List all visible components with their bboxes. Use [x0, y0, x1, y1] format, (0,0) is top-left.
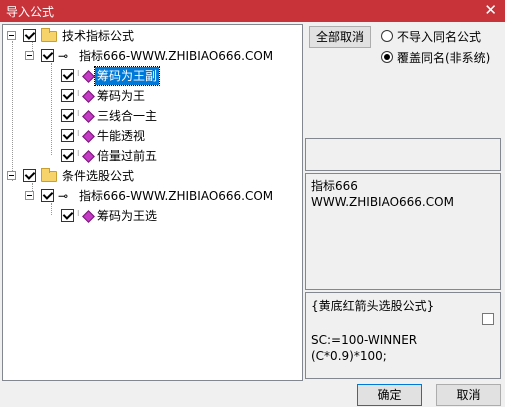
group-checkbox[interactable]: [23, 169, 36, 182]
formula-icon: [82, 150, 95, 163]
collapse-icon[interactable]: [7, 31, 16, 40]
item-checkbox[interactable]: [61, 69, 74, 82]
window-title: 导入公式: [6, 5, 55, 19]
key-icon: ⊸: [58, 49, 69, 63]
radio-overwrite[interactable]: [381, 51, 393, 63]
folder-icon: [41, 168, 57, 182]
formula-icon: [82, 90, 95, 103]
item-checkbox[interactable]: [61, 89, 74, 102]
item-label: 牛能透视: [97, 129, 146, 143]
formula-code: SC:=100-WINNER (C*0.9)*100;: [311, 333, 418, 363]
key-icon: ⊸: [58, 189, 69, 203]
formula-icon: [82, 110, 95, 123]
ok-button[interactable]: 确定: [357, 384, 422, 406]
dots-icon: ⁝: [77, 129, 79, 138]
dots-icon: ⁝: [77, 149, 79, 158]
formula-panel[interactable]: {黄底红箭头选股公式} SC:=100-WINNER (C*0.9)*100;: [305, 292, 501, 379]
group-label: 条件选股公式: [62, 169, 135, 183]
formula-icon: [82, 210, 95, 223]
group-checkbox[interactable]: [23, 29, 36, 42]
tree-line: [51, 63, 52, 155]
title-bar: 导入公式 ✕: [0, 0, 505, 22]
item-checkbox[interactable]: [61, 209, 74, 222]
folder-icon: [41, 28, 57, 42]
tree-line: [51, 203, 52, 215]
dots-icon: ⁝: [77, 89, 79, 98]
formula-checkbox[interactable]: [482, 313, 494, 325]
subgroup-checkbox[interactable]: [41, 189, 54, 202]
collapse-icon[interactable]: [25, 51, 34, 60]
item-checkbox[interactable]: [61, 129, 74, 142]
dots-icon: ⁝: [77, 69, 79, 78]
radio-no-import-label: 不导入同名公式: [397, 30, 482, 44]
info-panel: 指标666 WWW.ZHIBIAO666.COM: [305, 173, 501, 290]
radio-no-import[interactable]: [381, 30, 393, 42]
item-label: 三线合一主: [97, 109, 158, 123]
item-label: 筹码为王选: [97, 209, 158, 223]
radio-overwrite-label: 覆盖同名(非系统): [397, 51, 491, 65]
formula-icon: [82, 130, 95, 143]
dots-icon: ⁝: [77, 109, 79, 118]
subgroup-label: 指标666-WWW.ZHIBIAO666.COM: [79, 189, 274, 203]
formula-title: {黄底红箭头选股公式}: [311, 299, 435, 313]
cancel-all-button[interactable]: 全部取消: [309, 26, 371, 48]
item-label: 筹码为王副: [93, 66, 161, 86]
subgroup-label: 指标666-WWW.ZHIBIAO666.COM: [79, 49, 274, 63]
dots-icon: ⁝: [77, 209, 79, 218]
formula-icon: [82, 70, 95, 83]
info-line-1: 指标666: [311, 179, 358, 193]
formula-tree[interactable]: 技术指标公式 ⊸ 指标666-WWW.ZHIBIAO666.COM ⁝ 筹码为王…: [2, 24, 303, 381]
status-panel: [305, 138, 501, 171]
cancel-button[interactable]: 取消: [436, 384, 501, 406]
item-label: 筹码为王: [97, 89, 146, 103]
item-label: 倍量过前五: [97, 149, 158, 163]
collapse-icon[interactable]: [7, 171, 16, 180]
item-checkbox[interactable]: [61, 149, 74, 162]
close-icon[interactable]: ✕: [484, 1, 497, 19]
info-line-2: WWW.ZHIBIAO666.COM: [311, 195, 454, 209]
item-checkbox[interactable]: [61, 109, 74, 122]
subgroup-checkbox[interactable]: [41, 49, 54, 62]
tree-line: [12, 41, 13, 181]
group-label: 技术指标公式: [62, 29, 135, 43]
collapse-icon[interactable]: [25, 191, 34, 200]
